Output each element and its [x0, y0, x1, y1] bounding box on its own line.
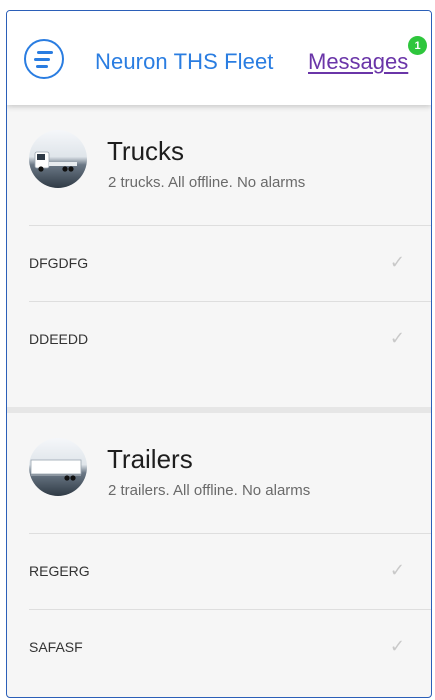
check-icon: ✓ — [389, 560, 405, 580]
section-header: Trucks 2 trucks. All offline. No alarms — [7, 105, 431, 225]
app-header: Neuron THS Fleet Messages 1 — [7, 11, 431, 105]
list-item[interactable]: DDEEDD ✓ — [29, 301, 431, 377]
trailers-section: Trailers 2 trailers. All offline. No ala… — [7, 413, 431, 685]
messages-link[interactable]: Messages — [308, 49, 408, 75]
section-title: Trucks — [107, 136, 185, 166]
vehicle-name: SAFASF — [29, 639, 83, 655]
list-item[interactable]: DFGDFG ✓ — [29, 225, 431, 301]
menu-icon[interactable] — [24, 39, 64, 79]
section-subtitle: 2 trailers. All offline. No alarms — [108, 482, 311, 499]
menu-line — [36, 64, 48, 68]
check-icon: ✓ — [389, 328, 405, 348]
app-title: Neuron THS Fleet — [95, 49, 274, 74]
vehicle-name: DDEEDD — [29, 331, 89, 347]
menu-line — [34, 57, 50, 61]
check-icon: ✓ — [389, 636, 405, 656]
menu-line — [37, 50, 53, 54]
trucks-section: Trucks 2 trucks. All offline. No alarms … — [7, 105, 431, 413]
trailer-icon — [29, 438, 87, 496]
check-icon: ✓ — [389, 252, 405, 272]
truck-icon — [29, 130, 87, 188]
messages-count-badge: 1 — [408, 36, 427, 55]
section-title: Trailers — [107, 444, 193, 474]
section-subtitle: 2 trucks. All offline. No alarms — [108, 174, 306, 191]
vehicle-name: DFGDFG — [29, 255, 89, 271]
section-header: Trailers 2 trailers. All offline. No ala… — [7, 413, 431, 533]
app-frame: Neuron THS Fleet Messages 1 Trucks 2 tru… — [6, 10, 432, 698]
list-item[interactable]: SAFASF ✓ — [29, 609, 431, 685]
list-item[interactable]: REGERG ✓ — [29, 533, 431, 609]
vehicle-name: REGERG — [29, 563, 90, 579]
